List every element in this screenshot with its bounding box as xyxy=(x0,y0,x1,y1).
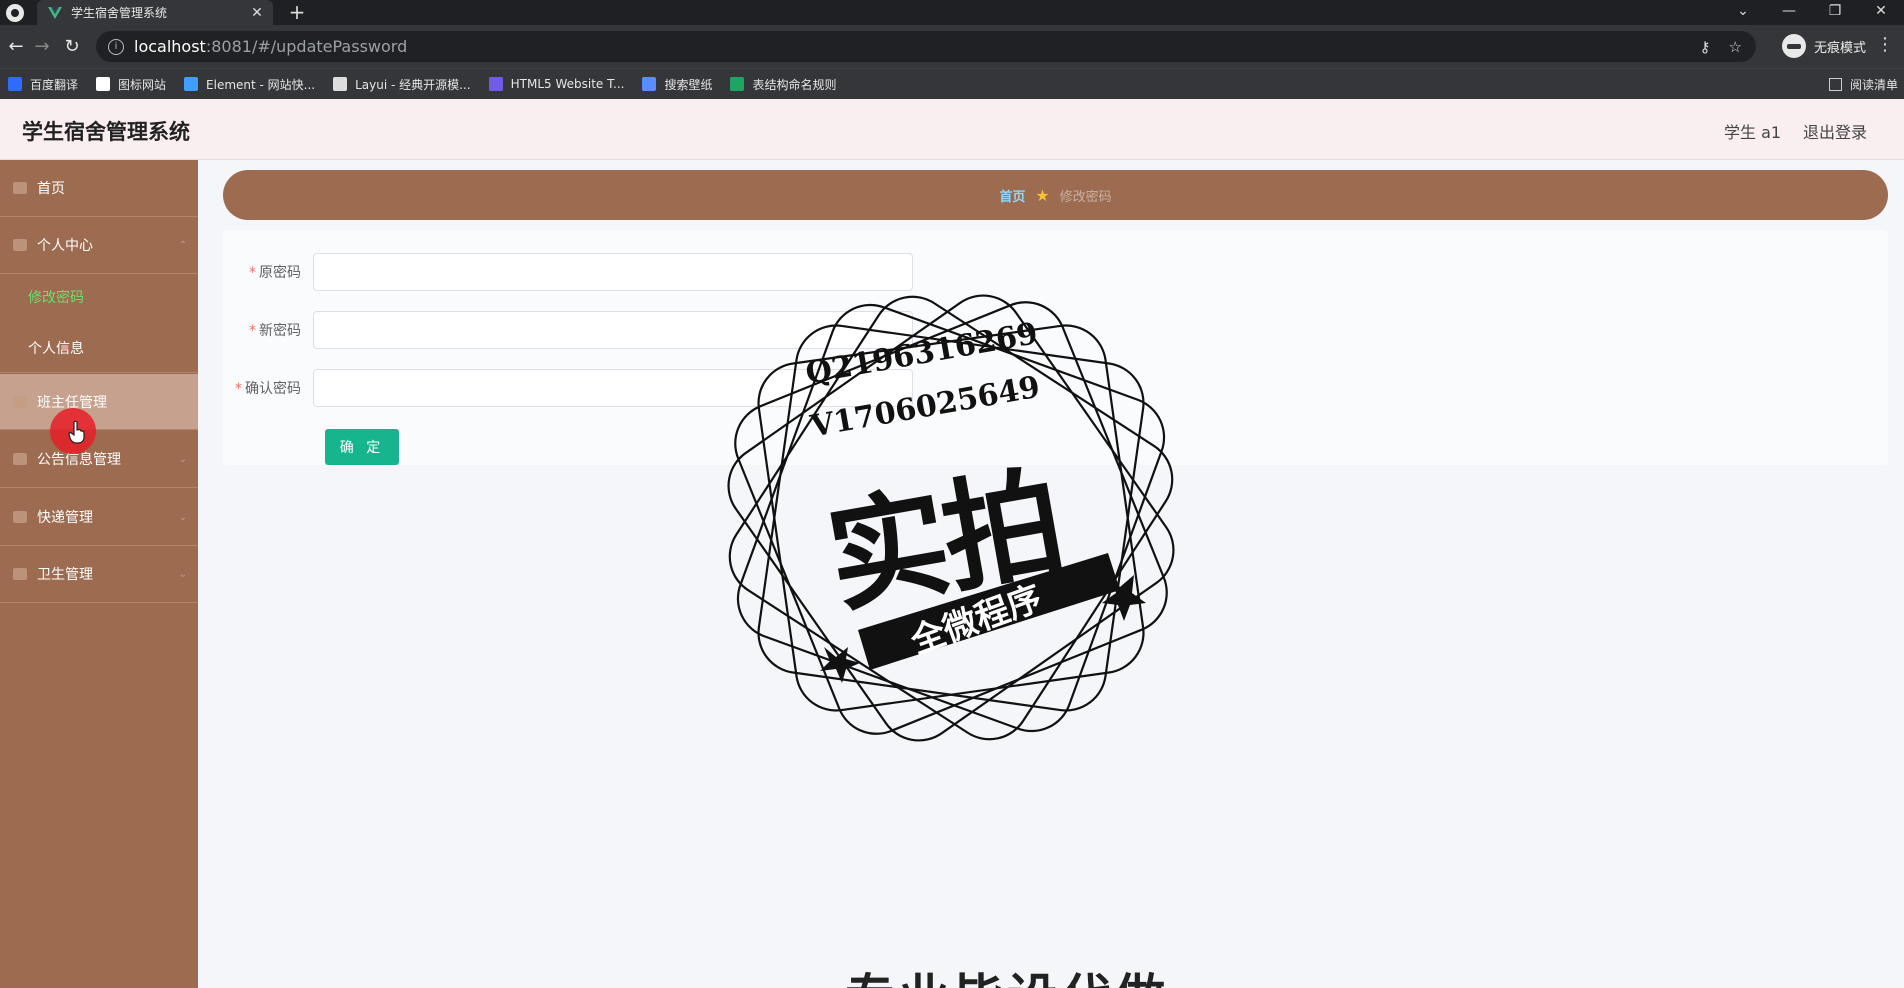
submit-button[interactable]: 确 定 xyxy=(325,429,399,465)
list-icon xyxy=(13,395,27,408)
chevron-down-icon: ⌄ xyxy=(178,396,188,407)
breadcrumb: 首页 ★ 修改密码 xyxy=(223,170,1888,220)
site-info-icon[interactable]: i xyxy=(108,38,124,55)
sidebar-item-express[interactable]: 快递管理 ⌄ xyxy=(0,489,198,546)
bookmark-favicon-icon xyxy=(488,77,503,91)
bookmark-favicon-icon xyxy=(184,77,199,91)
watermark-stamp: Q2196316269 V1706025649 实拍 全微程序 xyxy=(718,285,1184,751)
vue-logo-icon xyxy=(48,6,62,19)
tab-close-icon[interactable]: ✕ xyxy=(247,5,267,21)
reading-list-icon xyxy=(1828,78,1842,91)
tab-search-icon[interactable]: ⌄ xyxy=(1720,0,1766,25)
bookmark-item[interactable]: 图标网站 xyxy=(96,76,166,93)
breadcrumb-current: 修改密码 xyxy=(1059,189,1112,205)
url-path: :8081/#/updatePassword xyxy=(205,37,408,56)
url-host: localhost xyxy=(134,37,206,56)
chevron-up-icon: ⌃ xyxy=(178,239,188,251)
key-icon[interactable]: ⚷ xyxy=(1700,38,1711,56)
incognito-icon xyxy=(1782,34,1806,58)
reload-icon[interactable]: ↻ xyxy=(60,35,84,59)
back-icon[interactable]: ← xyxy=(4,35,28,59)
bookmark-favicon-icon xyxy=(333,77,348,91)
bookmark-favicon-icon xyxy=(96,77,111,91)
breadcrumb-home[interactable]: 首页 xyxy=(999,186,1025,205)
sidebar-item-home[interactable]: 首页 xyxy=(0,160,198,217)
package-icon xyxy=(13,511,27,523)
browser-tab-bar: 学生宿舍管理系统 ✕ + ⌄ — ❐ ✕ xyxy=(0,0,1904,25)
new-password-label: * 新密码 xyxy=(249,323,301,339)
app-title: 学生宿舍管理系统 xyxy=(22,120,190,144)
chevron-down-icon: ⌄ xyxy=(178,511,188,523)
star-icon: ★ xyxy=(1035,185,1050,205)
broom-icon xyxy=(13,568,27,580)
sidebar-item-hygiene[interactable]: 卫生管理 ⌄ xyxy=(0,546,198,603)
old-password-label: * 原密码 xyxy=(249,265,301,281)
logout-link[interactable]: 退出登录 xyxy=(1803,119,1867,143)
minimize-icon[interactable]: — xyxy=(1766,0,1812,25)
incognito-indicator[interactable]: 无痕模式 xyxy=(1782,34,1866,58)
sidebar-item-announcements[interactable]: 公告信息管理 ⌄ xyxy=(0,431,198,488)
new-tab-button[interactable]: + xyxy=(284,1,310,23)
incognito-label: 无痕模式 xyxy=(1814,40,1867,56)
close-window-icon[interactable]: ✕ xyxy=(1858,0,1904,25)
watermark-bottom-text: 专业毕设代做 xyxy=(845,958,1169,988)
tab-title: 学生宿舍管理系统 xyxy=(71,6,168,20)
chevron-down-icon: ⌄ xyxy=(178,453,188,465)
bookmark-favicon-icon xyxy=(8,77,22,91)
sidebar-subitem-change-password[interactable]: 修改密码 xyxy=(0,272,198,322)
bookmark-item[interactable]: Element - 网站快... xyxy=(184,76,315,93)
address-bar: ← → ↻ i localhost :8081/#/updatePassword… xyxy=(0,25,1904,68)
sidebar-item-personal-center[interactable]: 个人中心 ⌃ xyxy=(0,217,198,274)
menu-icon xyxy=(13,453,27,465)
forward-icon[interactable]: → xyxy=(30,35,54,59)
window-controls: ⌄ — ❐ ✕ xyxy=(1720,0,1904,25)
home-icon xyxy=(13,182,27,194)
bookmark-item[interactable]: 表结构命名规则 xyxy=(730,76,836,93)
restore-icon[interactable]: ❐ xyxy=(1812,0,1858,25)
bookmark-item[interactable]: Layui - 经典开源模... xyxy=(333,76,471,93)
chevron-down-icon: ⌄ xyxy=(178,568,188,580)
sidebar-item-head-teacher[interactable]: 班主任管理 ⌄ xyxy=(0,374,198,430)
bookmark-star-icon[interactable]: ☆ xyxy=(1729,38,1742,56)
bookmark-item[interactable]: 百度翻译 xyxy=(8,76,78,93)
bookmark-item[interactable]: 搜索壁纸 xyxy=(642,76,712,93)
sidebar-subitem-personal-info[interactable]: 个人信息 xyxy=(0,323,198,373)
app-header: 学生宿舍管理系统 学生 a1 退出登录 xyxy=(0,99,1904,160)
confirm-password-label: * 确认密码 xyxy=(235,381,301,397)
bookmark-favicon-icon xyxy=(642,77,657,91)
current-user: 学生 a1 xyxy=(1724,123,1782,142)
user-icon xyxy=(13,239,27,251)
browser-tab[interactable]: 学生宿舍管理系统 ✕ xyxy=(37,0,273,25)
bookmark-item[interactable]: HTML5 Website T... xyxy=(488,77,624,91)
browser-menu-icon[interactable]: ⋮ xyxy=(1876,34,1894,55)
reading-list[interactable]: 阅读清单 xyxy=(1828,76,1898,93)
pointer-hand-icon xyxy=(68,420,85,444)
bookmarks-bar: 百度翻译 图标网站 Element - 网站快... Layui - 经典开源模… xyxy=(0,68,1904,99)
browser-logo-icon xyxy=(6,4,24,22)
bookmark-favicon-icon xyxy=(730,77,745,91)
url-field[interactable]: i localhost :8081/#/updatePassword ⚷ ☆ xyxy=(96,31,1756,62)
sidebar: 首页 个人中心 ⌃ 修改密码 个人信息 班主任管理 ⌄ 公告信息管理 ⌄ 快递管… xyxy=(0,160,198,988)
